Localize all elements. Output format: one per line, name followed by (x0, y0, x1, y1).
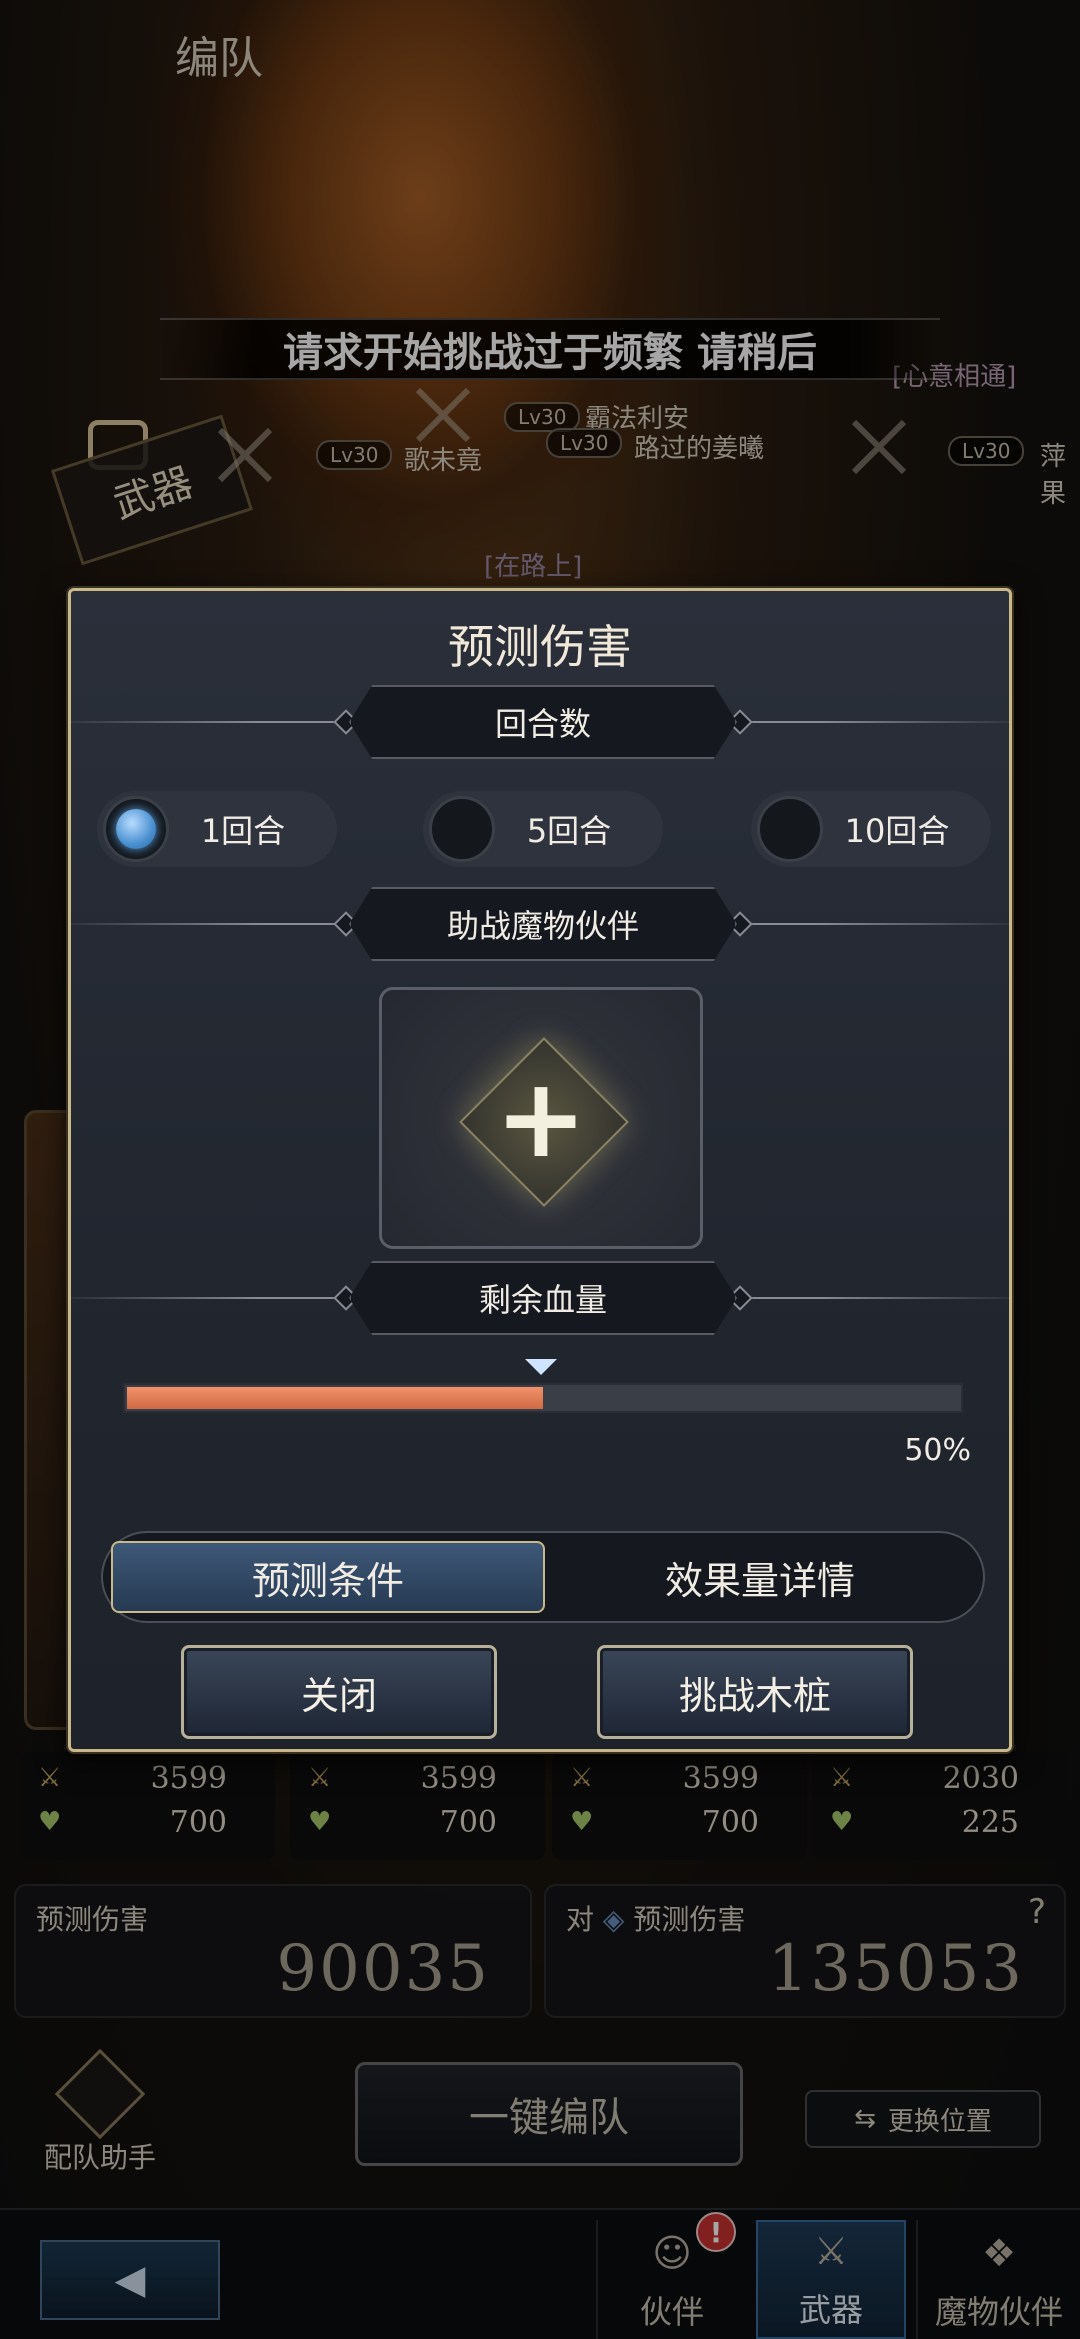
round-option-label: 10回合 (844, 812, 950, 850)
radio-dot (116, 809, 156, 849)
rounds-heading: 回合数 (349, 685, 737, 759)
slider-handle[interactable] (525, 1359, 557, 1375)
damage-prediction-dialog: 预测伤害 回合数 1回合 5回合 10回合 助战魔物伙伴 + 剩余血量 50% (68, 588, 1012, 1752)
close-button[interactable]: 关闭 (181, 1645, 497, 1739)
hp-slider[interactable] (123, 1383, 963, 1413)
rounds-section-header: 回合数 (71, 685, 1009, 759)
plus-icon: + (494, 1054, 588, 1182)
hp-percent-label: 50% (904, 1433, 971, 1468)
round-option-5[interactable]: 5回合 (423, 791, 663, 867)
hp-slider-fill (127, 1387, 543, 1409)
round-option-label: 1回合 (200, 812, 286, 850)
dialog-title: 预测伤害 (448, 620, 632, 674)
partner-heading: 助战魔物伙伴 (349, 887, 737, 961)
round-option-label: 5回合 (526, 812, 612, 850)
round-option-10[interactable]: 10回合 (751, 791, 991, 867)
radio-button[interactable] (429, 796, 495, 862)
tab-effect-details[interactable]: 效果量详情 (545, 1541, 975, 1613)
add-partner-slot[interactable]: + (379, 987, 703, 1249)
mode-tabs: 预测条件 效果量详情 (101, 1531, 985, 1623)
partner-section-header: 助战魔物伙伴 (71, 887, 1009, 961)
hp-heading: 剩余血量 (349, 1261, 737, 1335)
radio-button[interactable] (757, 796, 823, 862)
round-option-1[interactable]: 1回合 (97, 791, 337, 867)
challenge-dummy-button[interactable]: 挑战木桩 (597, 1645, 913, 1739)
hp-section-header: 剩余血量 (71, 1261, 1009, 1335)
radio-button[interactable] (103, 796, 169, 862)
tab-prediction-conditions[interactable]: 预测条件 (111, 1541, 545, 1613)
